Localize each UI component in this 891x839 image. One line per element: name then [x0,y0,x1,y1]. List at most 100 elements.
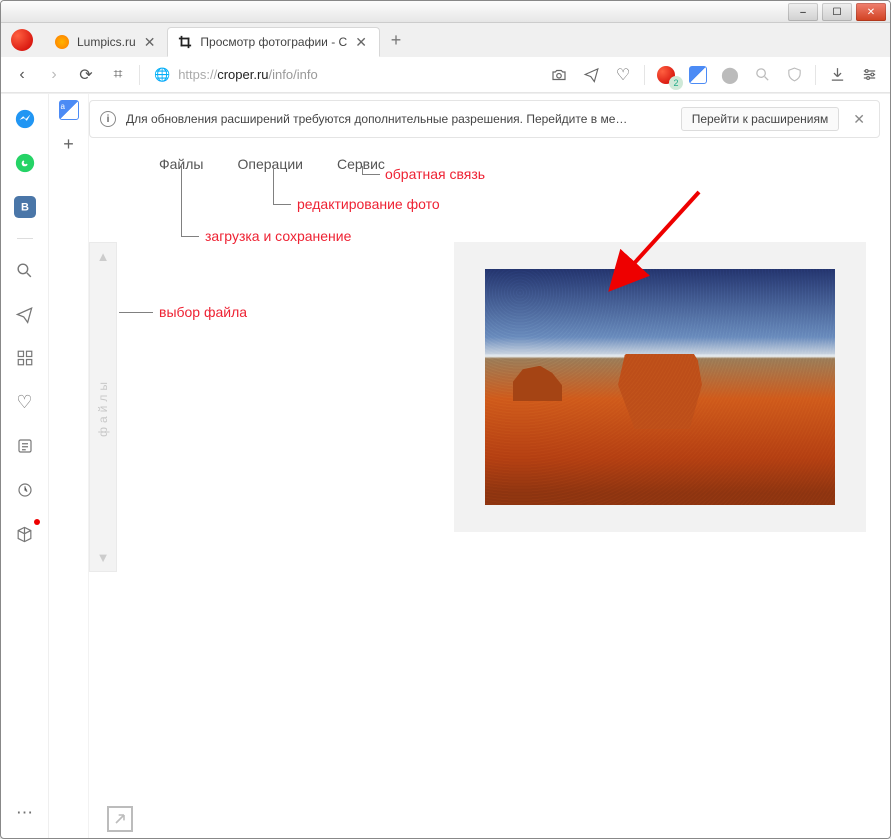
sidebar-news-button[interactable] [12,433,38,459]
annotation-file-select: выбор файла [159,304,247,320]
clock-icon [16,481,34,499]
globe-icon: 🌐 [154,67,170,83]
new-tab-button[interactable]: + [384,28,408,52]
grid-icon: ⌗ [113,66,122,84]
toolbar-right-group: ♡ 2 ⬤ [548,64,880,86]
toolbar-separator [139,65,140,85]
search-ext-icon [754,66,771,83]
url-path: /info/info [269,67,318,82]
download-icon [829,66,846,83]
messenger-button[interactable] [12,106,38,132]
annotation-upload-save: загрузка и сохранение [205,228,351,244]
messenger-icon [14,108,36,130]
sidebar-flow-button[interactable] [12,301,38,327]
close-icon: ✕ [867,7,875,18]
connector-line [273,166,274,204]
chevron-left-icon: ‹ [19,66,24,84]
whatsapp-button[interactable] [12,150,38,176]
plus-icon: + [391,30,402,51]
paper-plane-icon [583,66,600,83]
tab-close-icon[interactable]: ✕ [144,34,156,51]
extensions-rail: a + [49,94,89,838]
sidebar-speeddial-button[interactable] [12,345,38,371]
heart-icon: ♡ [616,65,630,85]
window-minimize-button[interactable]: – [788,3,818,21]
expand-arrow-icon [112,811,128,827]
svg-text:B: B [21,202,29,214]
window-maximize-button[interactable]: ☐ [822,3,852,21]
toolbar-separator [815,65,816,85]
translate-icon [689,66,707,84]
sidebar-more-button[interactable]: ⋯ [12,800,38,826]
browser-toolbar: ‹ › ⟳ ⌗ 🌐 https://croper.ru/info/info ♡ [1,57,890,93]
speed-dial-button[interactable]: ⌗ [107,64,129,86]
infobar-close-button[interactable]: ✕ [849,111,869,128]
opera-menu-button[interactable] [11,29,33,51]
extension-button[interactable]: ⬤ [719,64,741,86]
instant-send-button[interactable] [580,64,602,86]
sidebar-extensions-button[interactable] [12,521,38,547]
vk-button[interactable]: B [12,194,38,220]
infobar-message: Для обновления расширений требуются допо… [126,112,671,126]
translate-panel-button[interactable]: a [59,100,79,120]
page-viewport: i Для обновления расширений требуются до… [89,94,890,838]
circle-icon: ⬤ [721,65,739,85]
files-scroll-up[interactable]: ▲ [97,249,110,264]
translate-ext-button[interactable] [687,64,709,86]
window-close-button[interactable]: ✕ [856,3,886,21]
extension-search-button[interactable] [751,64,773,86]
browser-root: Lumpics.ru ✕ Просмотр фотографии - C ✕ +… [1,23,890,838]
whatsapp-icon [14,152,36,174]
info-icon: i [100,111,116,127]
heart-icon: ♡ [16,392,32,413]
easy-setup-button[interactable] [858,64,880,86]
bookmark-heart-button[interactable]: ♡ [612,64,634,86]
adblock-button[interactable] [783,64,805,86]
menu-service[interactable]: Сервис [337,156,385,172]
translate-icon: a [61,102,65,111]
forward-button[interactable]: › [43,64,65,86]
tab-close-icon[interactable]: ✕ [355,34,367,51]
main-columns: B ♡ [1,93,890,838]
more-icon: ⋯ [16,803,33,823]
goto-extensions-button[interactable]: Перейти к расширениям [681,107,840,131]
reload-button[interactable]: ⟳ [75,64,97,86]
connector-line [362,174,380,175]
tab-title: Просмотр фотографии - C [200,35,347,49]
paper-plane-icon [15,305,34,324]
connector-line [181,166,182,236]
grid-icon [16,349,34,367]
camera-icon [550,66,568,84]
tab-croper[interactable]: Просмотр фотографии - C ✕ [167,27,380,57]
connector-line [273,204,291,205]
sidebar-search-button[interactable] [12,257,38,283]
downloads-button[interactable] [826,64,848,86]
sidebar-bookmarks-button[interactable]: ♡ [12,389,38,415]
window-frame: – ☐ ✕ Lumpics.ru ✕ Просмотр фотографии -… [0,0,891,839]
add-panel-button[interactable]: + [63,134,74,155]
tab-strip: Lumpics.ru ✕ Просмотр фотографии - C ✕ + [1,23,890,57]
crop-favicon-icon [178,35,192,49]
notification-dot-icon [34,519,40,525]
cube-icon [15,525,34,544]
toolbar-separator [644,65,645,85]
files-sidebar-panel[interactable]: ▲ файлы ▼ [89,242,117,572]
photo-preview-image[interactable] [485,269,835,505]
sliders-icon [861,66,878,83]
address-bar[interactable]: 🌐 https://croper.ru/info/info [150,67,538,83]
snapshot-button[interactable] [548,64,570,86]
opera-ext-badge[interactable]: 2 [655,64,677,86]
files-scroll-down[interactable]: ▼ [97,550,110,565]
files-panel-label: файлы [96,378,110,437]
badge-count: 2 [669,76,683,90]
tab-lumpics[interactable]: Lumpics.ru ✕ [45,27,167,57]
search-icon [15,261,34,280]
annotation-feedback: обратная связь [385,166,485,182]
back-button[interactable]: ‹ [11,64,33,86]
expand-button[interactable] [107,806,133,832]
menu-operations[interactable]: Операции [237,156,303,172]
tab-title: Lumpics.ru [77,35,136,49]
news-icon [16,437,34,455]
noise-overlay [485,269,835,505]
sidebar-history-button[interactable] [12,477,38,503]
